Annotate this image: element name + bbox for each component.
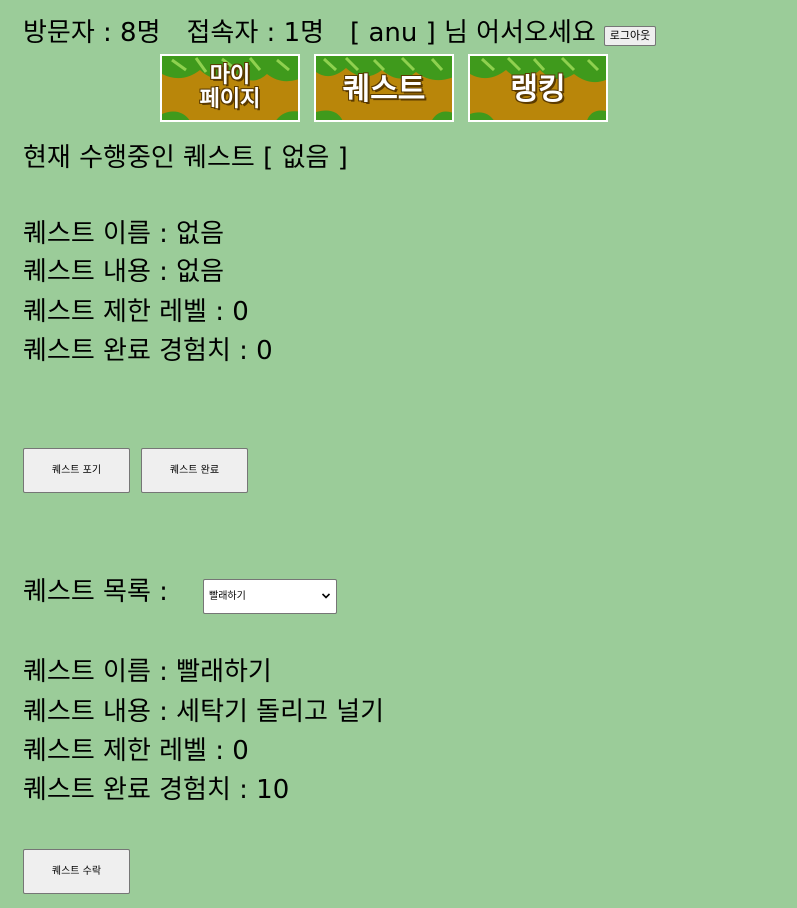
- quest-complete-button[interactable]: 퀘스트 완료: [141, 448, 248, 493]
- nav-mypage-label-line1: 마이: [209, 63, 251, 88]
- nav-quest-label: 퀘스트: [342, 72, 426, 107]
- quest-detail-exp: 퀘스트 완료 경험치 : 10: [23, 775, 290, 805]
- welcome-message: [ anu ] 님 어서오세요: [350, 18, 596, 48]
- connected-count: 접속자 : 1명: [186, 18, 325, 48]
- nav-ranking-button[interactable]: 랭킹: [468, 54, 608, 122]
- quest-detail-name: 퀘스트 이름 : 빨래하기: [23, 657, 272, 687]
- quest-select-value: 빨래하기: [209, 591, 246, 602]
- quest-detail-level: 퀘스트 제한 레벨 : 0: [23, 736, 249, 766]
- header-bar: 방문자 : 8명 접속자 : 1명 [ anu ] 님 어서오세요 로그아웃: [23, 16, 657, 50]
- chevron-down-icon: [322, 593, 330, 599]
- nav-mypage-button[interactable]: 마이 페이지: [160, 54, 300, 122]
- logout-button[interactable]: 로그아웃: [603, 25, 657, 46]
- nav-mypage-label-line2: 페이지: [199, 87, 261, 112]
- page: 방문자 : 8명 접속자 : 1명 [ anu ] 님 어서오세요 로그아웃 마이 페…: [0, 0, 797, 908]
- nav-quest-button[interactable]: 퀘스트: [314, 54, 454, 122]
- quest-accept-button[interactable]: 퀘스트 수락: [23, 849, 130, 894]
- visitor-count: 방문자 : 8명: [23, 18, 161, 48]
- current-quest-level: 퀘스트 제한 레벨 : 0: [23, 297, 249, 327]
- nav-ranking-label: 랭킹: [510, 72, 566, 107]
- current-quest-content: 퀘스트 내용 : 없음: [23, 257, 224, 287]
- current-quest-name: 퀘스트 이름 : 없음: [23, 219, 224, 249]
- nav-mypage-label: 마이 페이지: [162, 64, 298, 112]
- quest-give-up-button[interactable]: 퀘스트 포기: [23, 448, 130, 493]
- quest-list-label: 퀘스트 목록 :: [23, 577, 168, 607]
- quest-select[interactable]: 빨래하기: [203, 579, 337, 614]
- current-quest-exp: 퀘스트 완료 경험치 : 0: [23, 336, 273, 366]
- quest-detail-content: 퀘스트 내용 : 세탁기 돌리고 널기: [23, 697, 385, 727]
- current-quest-status: 현재 수행중인 퀘스트 [ 없음 ]: [23, 143, 348, 173]
